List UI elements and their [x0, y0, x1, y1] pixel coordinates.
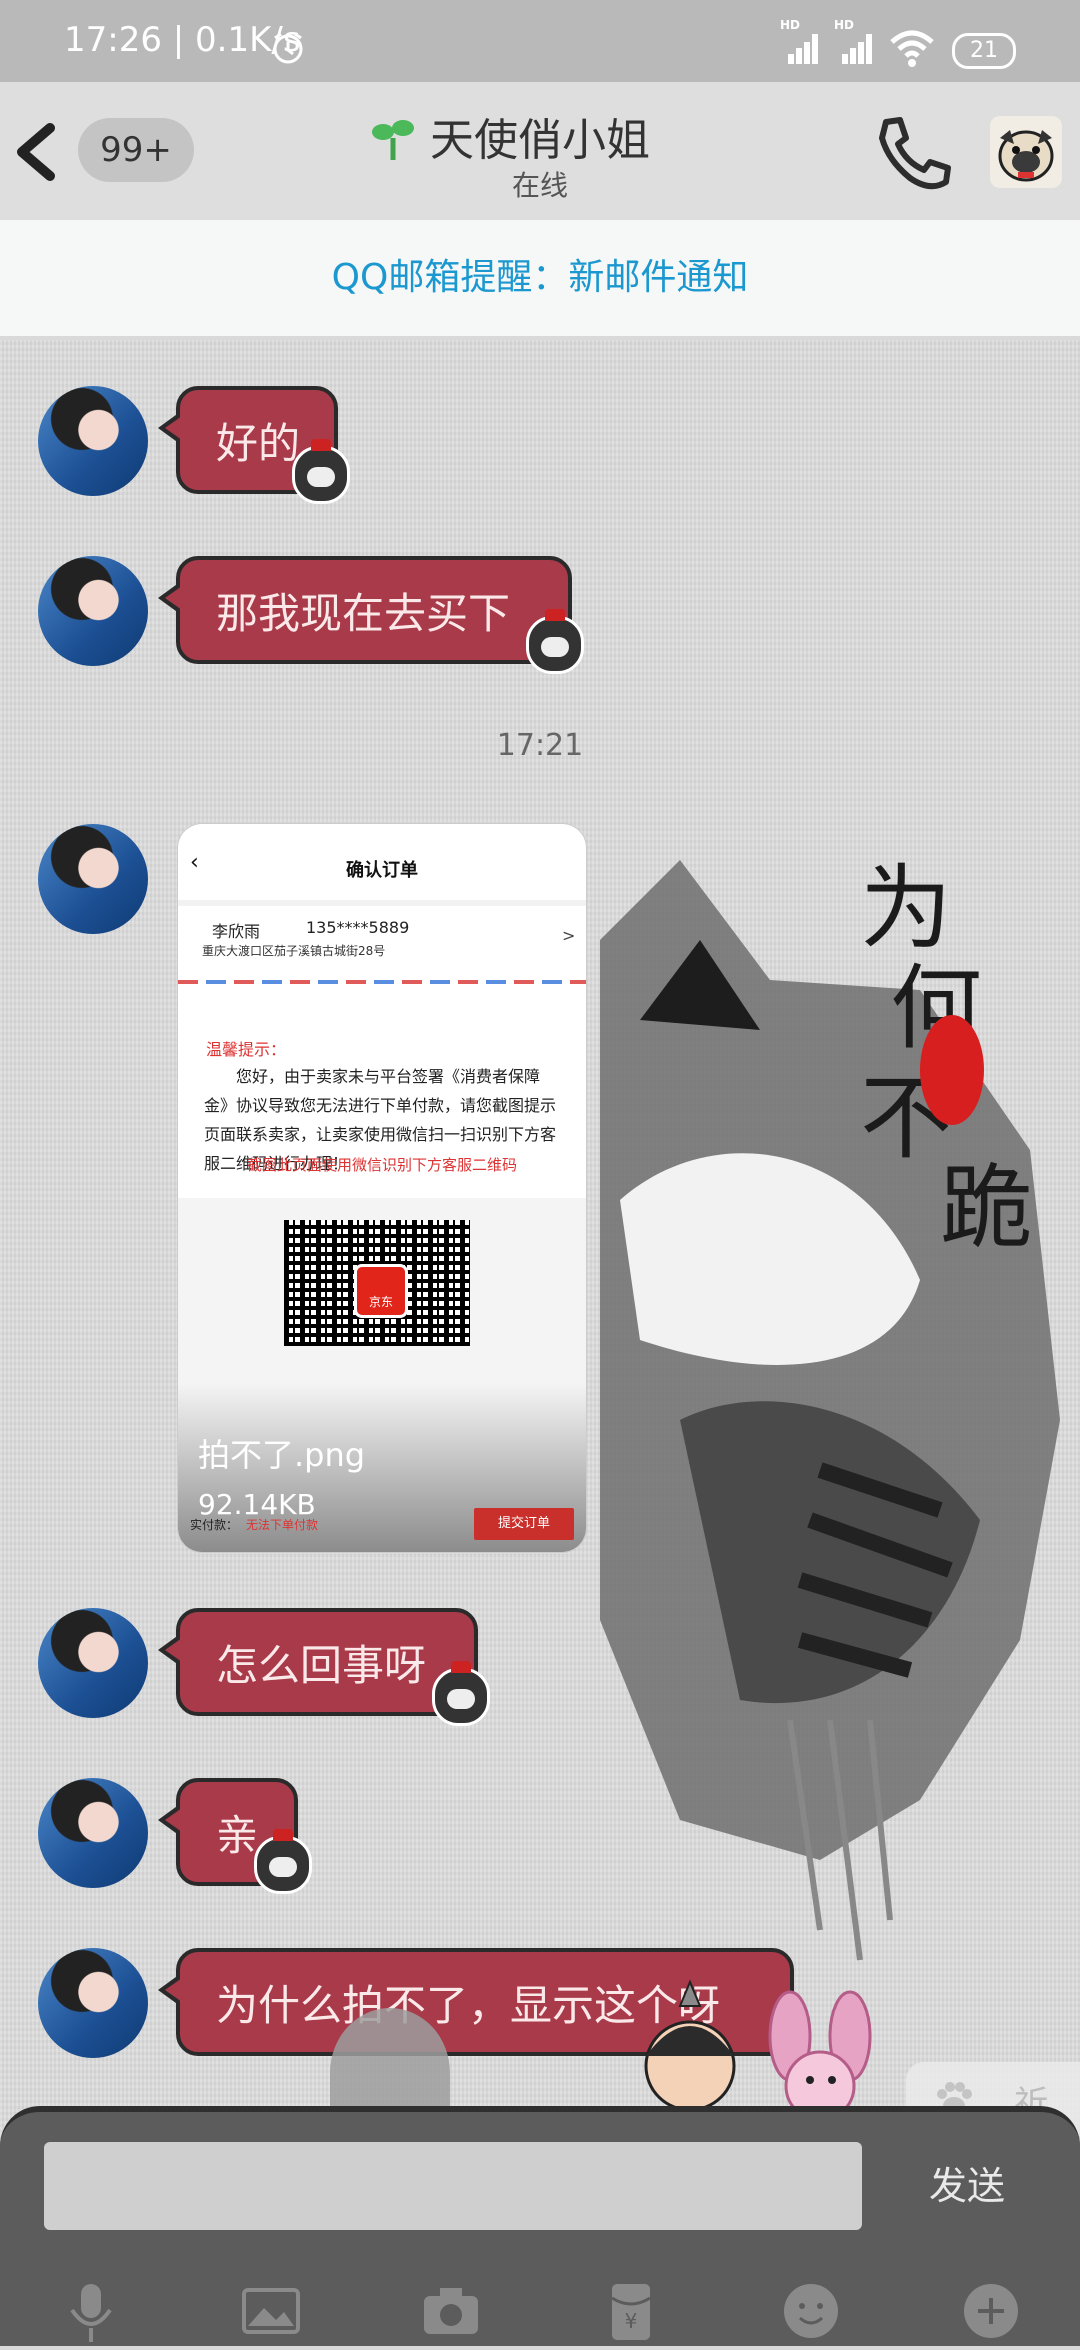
contact-avatar[interactable]: [38, 1948, 148, 2058]
red-packet-icon[interactable]: ¥: [596, 2276, 666, 2346]
svg-text:¥: ¥: [625, 2309, 638, 2333]
alarm-icon: [273, 32, 303, 64]
input-panel: 发送 ¥: [0, 2106, 1080, 2346]
plus-icon[interactable]: [956, 2276, 1026, 2346]
mail-notice-banner[interactable]: QQ邮箱提醒：新邮件通知: [0, 220, 1080, 336]
screenshot-phone: 135****5889: [306, 918, 410, 937]
contact-avatar[interactable]: [38, 556, 148, 666]
pug-avatar-icon[interactable]: [990, 116, 1062, 188]
phone-call-icon[interactable]: [872, 112, 956, 196]
emoji-icon[interactable]: [776, 2276, 846, 2346]
message-timestamp: 17:21: [496, 728, 584, 763]
jd-logo-icon: 京东: [354, 1264, 408, 1318]
message-bubble[interactable]: 那我现在去买下: [158, 556, 572, 664]
signal-icon-1: [780, 30, 822, 64]
contact-avatar[interactable]: [38, 1778, 148, 1888]
contact-avatar[interactable]: [38, 1608, 148, 1718]
file-name: 拍不了.png: [198, 1436, 366, 1474]
svg-text:为: 为: [860, 855, 952, 962]
screenshot-chevron-icon: >: [562, 926, 576, 945]
signal-icon-2: [834, 30, 876, 64]
character-stickers-decoration: [644, 1979, 872, 2122]
contact-avatar[interactable]: [38, 386, 148, 496]
status-bar: 17:26 | 0.1K/s HD HD 21: [0, 0, 1080, 82]
cat-bubble-decoration-icon: [254, 1829, 312, 1894]
camera-icon[interactable]: [416, 2276, 486, 2346]
battery-indicator: 21: [952, 33, 1016, 69]
wifi-icon: [890, 30, 934, 67]
voice-icon[interactable]: [56, 2276, 126, 2346]
svg-text:跪: 跪: [940, 1155, 1032, 1262]
image-message[interactable]: ‹ 确认订单 李欣雨 135****5889 > 重庆大渡口区茄子溪镇古城街28…: [178, 824, 586, 1552]
screenshot-address: 重庆大渡口区茄子溪镇古城街28号: [202, 944, 386, 958]
screenshot-footer-red: 无法下单付款: [246, 1518, 319, 1532]
screenshot-footer-label: 实付款：: [190, 1518, 239, 1532]
cat-bubble-decoration-icon: [432, 1661, 490, 1726]
screenshot-title: 确认订单: [346, 860, 418, 881]
cat-bubble-decoration-icon: [292, 439, 350, 504]
screenshot-submit-button: 提交订单: [474, 1508, 574, 1540]
send-button[interactable]: 发送: [902, 2142, 1032, 2230]
address-stripe: [178, 980, 586, 984]
chat-header: 99+ 天使俏小姐 在线: [0, 82, 1080, 220]
message-input[interactable]: [44, 2142, 862, 2230]
contact-avatar[interactable]: [38, 824, 148, 934]
screenshot-name: 李欣雨: [212, 922, 261, 941]
time-speed: 17:26 | 0.1K/s: [64, 20, 301, 60]
cat-artwork: 为 何 不 跪: [600, 855, 1060, 1961]
screenshot-warning-title: 温馨提示：: [206, 1040, 287, 1059]
cat-bubble-decoration-icon: [526, 609, 584, 674]
screenshot-address-box: 李欣雨 135****5889 > 重庆大渡口区茄子溪镇古城街28号: [178, 900, 586, 986]
image-icon[interactable]: [236, 2276, 306, 2346]
screenshot-warning-red: 截图此页面使用微信识别下方客服二维码: [246, 1156, 517, 1174]
